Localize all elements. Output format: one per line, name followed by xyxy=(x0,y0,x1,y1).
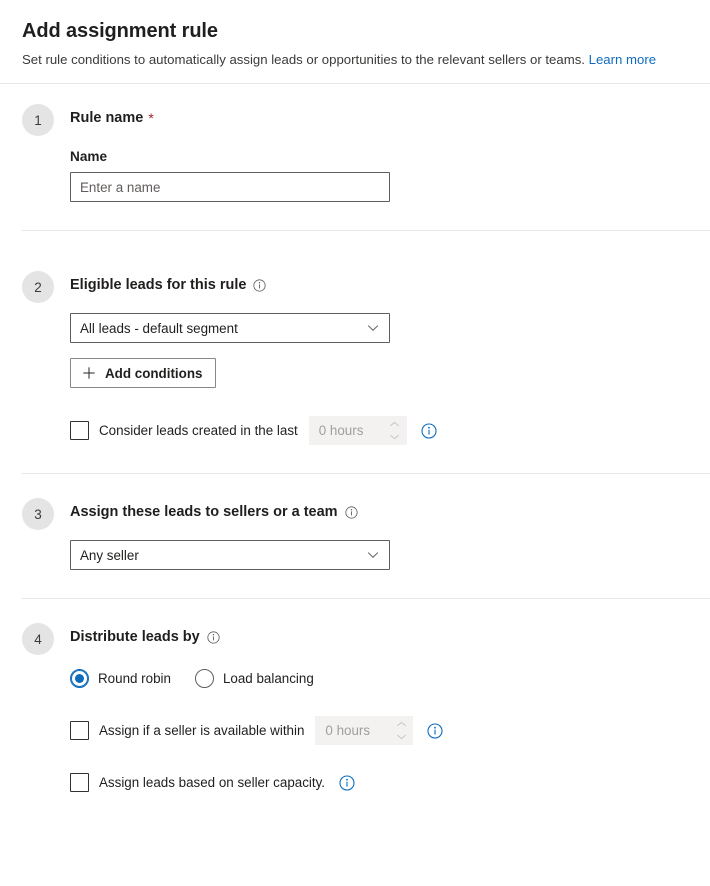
page-header: Add assignment rule Set rule conditions … xyxy=(0,0,710,69)
info-circle-icon[interactable] xyxy=(421,422,437,439)
info-circle-icon[interactable] xyxy=(344,505,358,519)
section-heading: Distribute leads by xyxy=(70,627,688,647)
radio-load-balancing-indicator[interactable] xyxy=(194,669,214,688)
rule-name-input[interactable] xyxy=(70,172,390,202)
sections-container: 1 Rule name * Name 2 Eligible leads for … xyxy=(0,102,710,792)
chevron-down-icon[interactable] xyxy=(396,733,407,740)
consider-leads-hours-value: 0 hours xyxy=(318,423,364,438)
radio-round-robin[interactable]: Round robin xyxy=(70,669,171,688)
assign-if-available-hours-spinner[interactable]: 0 hours xyxy=(315,716,414,745)
section-number-badge: 1 xyxy=(22,104,54,136)
assign-to-dropdown[interactable]: Any seller xyxy=(70,540,390,570)
assign-if-available-hours-value: 0 hours xyxy=(325,723,371,738)
page-subtitle: Set rule conditions to automatically ass… xyxy=(22,50,688,69)
assign-if-available-row: Assign if a seller is available within 0… xyxy=(70,716,688,745)
distribute-radio-group: Round robin Load balancing xyxy=(70,669,688,688)
eligible-leads-dropdown[interactable]: All leads - default segment xyxy=(70,313,390,343)
radio-round-robin-label: Round robin xyxy=(98,671,171,686)
chevron-up-icon[interactable] xyxy=(396,721,407,728)
section-number-badge: 3 xyxy=(22,498,54,530)
assign-by-capacity-label: Assign leads based on seller capacity. xyxy=(99,775,326,790)
page-subtitle-text: Set rule conditions to automatically ass… xyxy=(22,52,585,67)
page-title: Add assignment rule xyxy=(22,20,218,42)
assign-if-available-label: Assign if a seller is available within xyxy=(99,723,305,738)
chevron-down-icon xyxy=(366,548,380,562)
section-distribute-by: 4 Distribute leads by Round robin Load b… xyxy=(0,599,710,792)
assign-to-dropdown-value: Any seller xyxy=(80,547,139,563)
radio-round-robin-indicator[interactable] xyxy=(70,669,89,688)
divider-after-section-1 xyxy=(22,230,710,231)
add-conditions-label: Add conditions xyxy=(105,365,203,381)
spinner-arrows xyxy=(390,717,412,744)
assign-if-available-checkbox[interactable] xyxy=(70,721,89,740)
radio-load-balancing-label: Load balancing xyxy=(222,671,314,686)
radio-load-balancing[interactable]: Load balancing xyxy=(194,669,314,688)
chevron-up-icon[interactable] xyxy=(389,421,400,428)
info-circle-icon[interactable] xyxy=(339,774,355,791)
name-field-label: Name xyxy=(70,149,108,164)
section-heading: Eligible leads for this rule xyxy=(70,275,688,295)
plus-icon xyxy=(82,366,96,380)
eligible-leads-dropdown-value: All leads - default segment xyxy=(80,320,238,336)
section-heading: Assign these leads to sellers or a team xyxy=(70,502,688,522)
learn-more-link[interactable]: Learn more xyxy=(589,52,656,67)
chevron-down-icon xyxy=(366,321,380,335)
add-conditions-button[interactable]: Add conditions xyxy=(70,358,217,388)
section-title: Rule name xyxy=(70,110,144,126)
assign-by-capacity-checkbox[interactable] xyxy=(70,773,89,792)
info-circle-icon[interactable] xyxy=(427,722,443,739)
assign-by-capacity-row: Assign leads based on seller capacity. xyxy=(70,773,688,792)
consider-leads-label: Consider leads created in the last xyxy=(99,423,298,438)
section-number-badge: 2 xyxy=(22,271,54,303)
section-eligible-leads: 2 Eligible leads for this rule All leads… xyxy=(0,249,710,473)
section-heading: Rule name * xyxy=(70,108,688,128)
chevron-down-icon[interactable] xyxy=(389,433,400,440)
info-circle-icon[interactable] xyxy=(207,630,220,644)
consider-leads-hours-spinner[interactable]: 0 hours xyxy=(308,416,407,445)
section-title: Assign these leads to sellers or a team xyxy=(70,504,338,520)
info-circle-icon[interactable] xyxy=(253,278,267,292)
required-asterisk: * xyxy=(148,110,154,126)
section-title: Eligible leads for this rule xyxy=(70,277,247,293)
header-divider xyxy=(0,83,710,84)
section-rule-name: 1 Rule name * Name xyxy=(0,102,710,230)
section-number-badge: 4 xyxy=(22,623,54,655)
section-title: Distribute leads by xyxy=(70,629,200,645)
consider-leads-row: Consider leads created in the last 0 hou… xyxy=(70,416,688,445)
consider-leads-checkbox[interactable] xyxy=(70,421,89,440)
section-assign-to: 3 Assign these leads to sellers or a tea… xyxy=(0,474,710,598)
spinner-arrows xyxy=(384,417,406,444)
